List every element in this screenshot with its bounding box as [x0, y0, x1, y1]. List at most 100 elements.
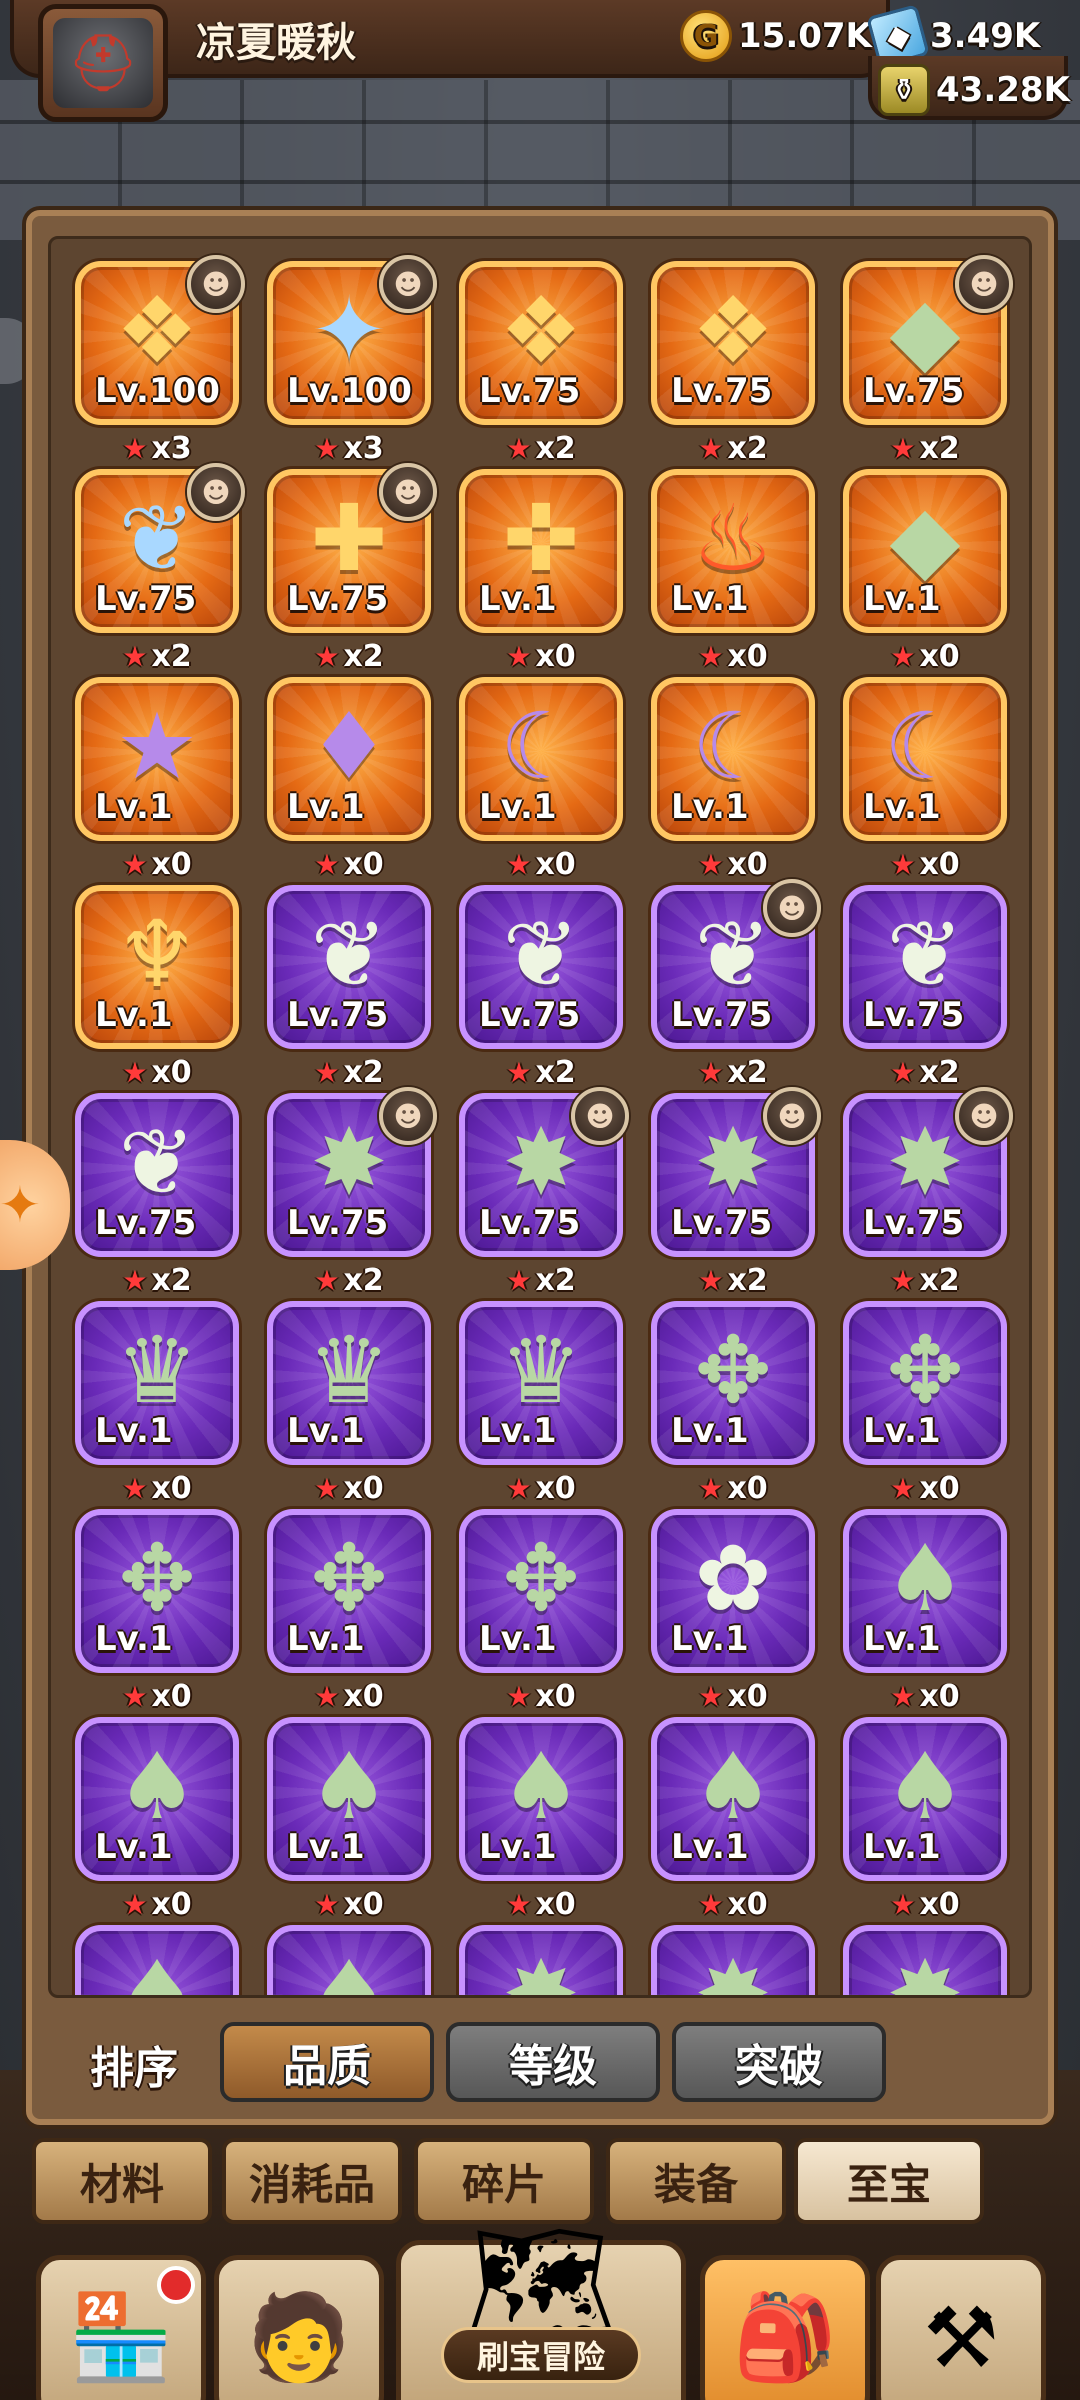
treasure-item[interactable]: ✸ [651, 1925, 815, 1995]
treasure-item[interactable]: ♠ [267, 1925, 431, 1995]
forge-nav-button[interactable]: ⚒ [876, 2255, 1046, 2400]
treasure-item[interactable]: ♠ Lv.1 ★ x0 [843, 1717, 1007, 1922]
backpack-nav-button[interactable]: 🎒 [700, 2255, 870, 2400]
treasure-item[interactable]: ❦ Lv.75 ★ x2 [267, 885, 431, 1090]
treasure-item[interactable]: ✸ Lv.75 ☻ ★ x2 [459, 1087, 629, 1298]
treasure-item[interactable]: ✥ Lv.1 ★ x0 [651, 1301, 815, 1506]
star-count: ★ x2 [267, 639, 431, 674]
treasure-item[interactable]: ❦ Lv.75 ★ x2 [75, 1093, 239, 1298]
treasure-item[interactable]: ❦ Lv.75 ☻ ★ x2 [75, 463, 245, 674]
treasure-item[interactable]: ♠ Lv.1 ★ x0 [75, 1717, 239, 1922]
item-level: Lv.1 [479, 1827, 557, 1867]
treasure-item[interactable]: ✜ Lv.1 ★ x0 [459, 469, 623, 674]
adventure-nav-button[interactable]: 🗺 刷宝冒险 [396, 2215, 686, 2400]
item-tile: ♠ Lv.1 [75, 1717, 239, 1881]
star-value: x2 [919, 431, 960, 466]
treasure-item[interactable]: ♠ Lv.1 ★ x0 [843, 1509, 1007, 1714]
gem-counter[interactable]: ◆ 3.49K [866, 4, 1040, 68]
potion-counter[interactable]: ⚱ 43.28K [878, 64, 1070, 116]
star-icon: ★ [314, 1056, 340, 1089]
item-level: Lv.1 [479, 1619, 557, 1659]
hero-nav-button[interactable]: 🧑 [214, 2255, 384, 2400]
tab-treasures[interactable]: 至宝 [794, 2138, 984, 2224]
treasure-item[interactable]: ◆ Lv.75 ☻ ★ x2 [843, 255, 1013, 466]
item-grid-container[interactable]: ❖ Lv.100 ☻ ★ x3 ✦ Lv.100 ☻ ★ x3 ❖ Lv.75 ★ x2 ❖ Lv.75 ★ x2… [48, 236, 1032, 1998]
treasure-item[interactable]: ♠ Lv.1 ★ x0 [459, 1717, 623, 1922]
treasure-item[interactable]: ✸ Lv.75 ☻ ★ x2 [651, 1087, 821, 1298]
treasure-item[interactable]: ♛ Lv.1 ★ x0 [267, 1301, 431, 1506]
tab-materials[interactable]: 材料 [32, 2138, 212, 2224]
treasure-item[interactable]: ✸ Lv.75 ☻ ★ x2 [267, 1087, 437, 1298]
treasure-item[interactable]: ❦ Lv.75 ☻ ★ x2 [651, 879, 821, 1090]
tab-equipment[interactable]: 装备 [606, 2138, 786, 2224]
star-value: x0 [535, 1887, 576, 1922]
treasure-item[interactable]: ◆ Lv.1 ★ x0 [843, 469, 1007, 674]
sort-breakthrough-button[interactable]: 突破 [672, 2022, 886, 2102]
treasure-icon: ✥ [502, 1524, 580, 1632]
treasure-item[interactable]: ✸ Lv.75 ☻ ★ x2 [843, 1087, 1013, 1298]
treasure-item[interactable]: ♛ Lv.1 ★ x0 [75, 1301, 239, 1506]
treasure-item[interactable]: ★ Lv.1 ★ x0 [75, 677, 239, 882]
treasure-item[interactable]: ✥ Lv.1 ★ x0 [267, 1509, 431, 1714]
item-level: Lv.1 [287, 787, 365, 827]
gold-counter[interactable]: G 15.07K [680, 10, 872, 62]
item-level: Lv.1 [671, 579, 749, 619]
item-level: Lv.75 [863, 371, 965, 411]
sort-quality-button[interactable]: 品质 [220, 2022, 434, 2102]
treasure-icon: ♛ [115, 1316, 199, 1424]
tab-fragments[interactable]: 碎片 [414, 2138, 594, 2224]
star-icon: ★ [698, 1888, 724, 1921]
gold-value: 15.07K [738, 16, 872, 56]
star-count: ★ x2 [459, 1055, 623, 1090]
star-icon: ★ [122, 640, 148, 673]
item-level: Lv.75 [479, 1203, 581, 1243]
treasure-item[interactable]: ♠ Lv.1 ★ x0 [651, 1717, 815, 1922]
treasure-icon: ❖ [499, 276, 583, 384]
treasure-item[interactable]: ☾ Lv.1 ★ x0 [459, 677, 623, 882]
backpack-icon: 🎒 [732, 2288, 838, 2386]
treasure-icon: ♠ [883, 1524, 967, 1632]
treasure-item[interactable]: ☾ Lv.1 ★ x0 [651, 677, 815, 882]
star-value: x2 [343, 639, 384, 674]
treasure-item[interactable]: ♨ Lv.1 ★ x0 [651, 469, 815, 674]
tab-consumables[interactable]: 消耗品 [222, 2138, 402, 2224]
star-value: x2 [535, 1055, 576, 1090]
item-level: Lv.75 [95, 579, 197, 619]
treasure-item[interactable]: ✥ Lv.1 ★ x0 [75, 1509, 239, 1714]
treasure-item[interactable]: ☾ Lv.1 ★ x0 [843, 677, 1007, 882]
treasure-item[interactable]: ♛ Lv.1 ★ x0 [459, 1301, 623, 1506]
treasure-item[interactable]: ✿ Lv.1 ★ x0 [651, 1509, 815, 1714]
treasure-item[interactable]: ✸ [459, 1925, 623, 1995]
item-tile: ♠ Lv.1 [651, 1717, 815, 1881]
player-avatar[interactable]: ⛑ [38, 4, 168, 122]
treasure-item[interactable]: ♠ [75, 1925, 239, 1995]
treasure-item[interactable]: ✦ Lv.100 ☻ ★ x3 [267, 255, 437, 466]
star-count: ★ x0 [651, 1887, 815, 1922]
treasure-item[interactable]: ✥ Lv.1 ★ x0 [459, 1509, 623, 1714]
treasure-item[interactable]: ✚ Lv.75 ☻ ★ x2 [267, 463, 437, 674]
treasure-item[interactable]: ✸ [843, 1925, 1007, 1995]
treasure-item[interactable]: ❖ Lv.75 ★ x2 [459, 261, 623, 466]
sort-level-button[interactable]: 等级 [446, 2022, 660, 2102]
item-level: Lv.1 [671, 1619, 749, 1659]
treasure-icon: ✸ [886, 1108, 964, 1216]
shop-nav-button[interactable]: 🏪 [36, 2255, 206, 2400]
treasure-item[interactable]: ♠ Lv.1 ★ x0 [267, 1717, 431, 1922]
treasure-item[interactable]: ♦ Lv.1 ★ x0 [267, 677, 431, 882]
treasure-icon: ◆ [889, 484, 961, 592]
treasure-item[interactable]: ❦ Lv.75 ★ x2 [843, 885, 1007, 1090]
treasure-icon: ♆ [115, 900, 199, 1008]
star-icon: ★ [890, 1680, 916, 1713]
star-value: x0 [343, 1471, 384, 1506]
treasure-item[interactable]: ❖ Lv.100 ☻ ★ x3 [75, 255, 245, 466]
treasure-item[interactable]: ♆ Lv.1 ★ x0 [75, 885, 239, 1090]
star-icon: ★ [698, 1056, 724, 1089]
star-count: ★ x0 [267, 1471, 431, 1506]
treasure-item[interactable]: ✥ Lv.1 ★ x0 [843, 1301, 1007, 1506]
treasure-icon: ✥ [118, 1524, 196, 1632]
treasure-icon: ✥ [694, 1316, 772, 1424]
star-count: ★ x0 [459, 1887, 623, 1922]
treasure-item[interactable]: ❖ Lv.75 ★ x2 [651, 261, 815, 466]
treasure-item[interactable]: ❦ Lv.75 ★ x2 [459, 885, 623, 1090]
star-icon: ★ [122, 1472, 148, 1505]
